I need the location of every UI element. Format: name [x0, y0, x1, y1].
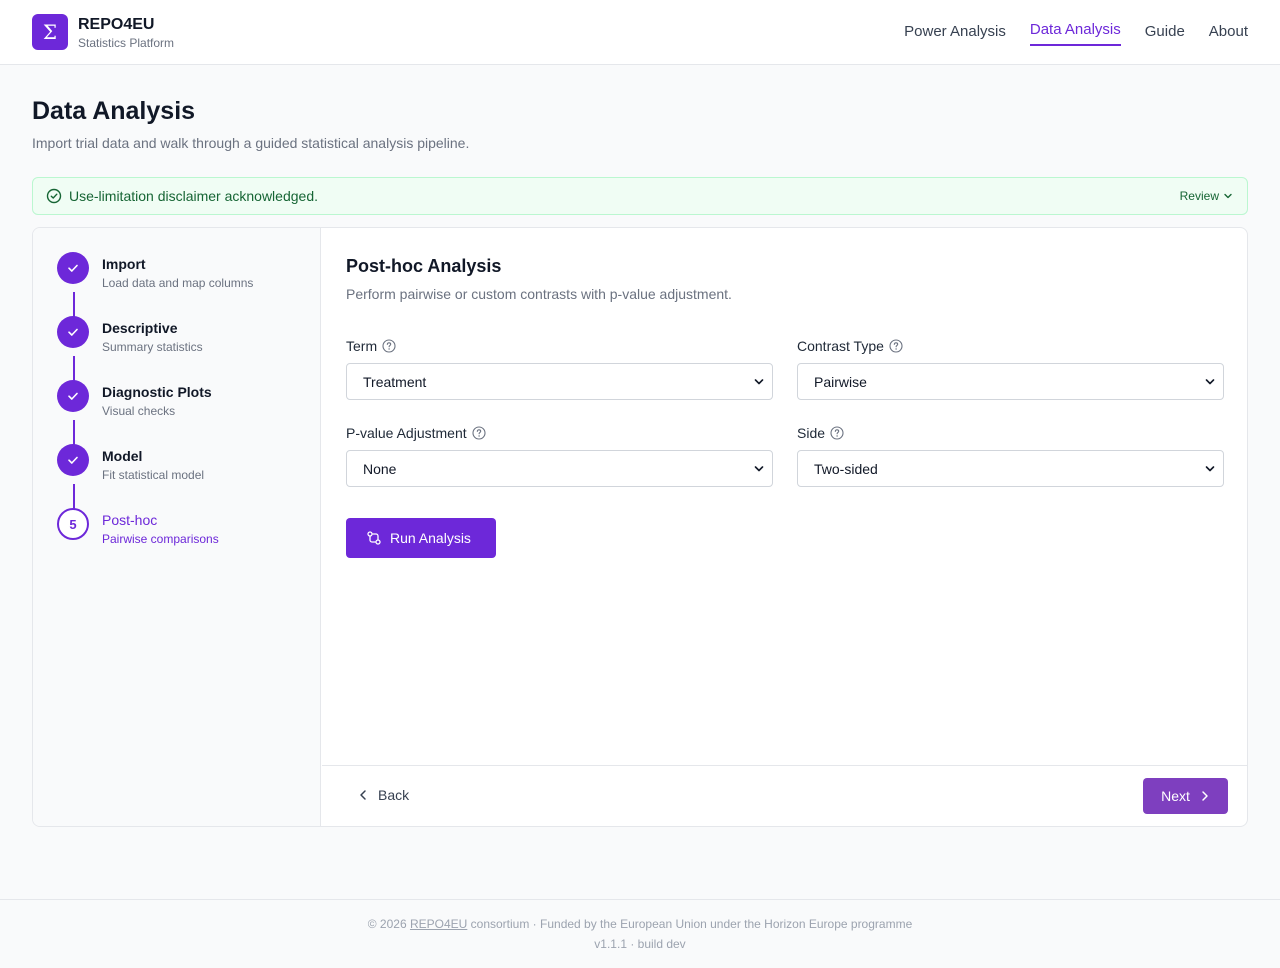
term-label: Term — [346, 338, 396, 354]
banner-text: Use-limitation disclaimer acknowledged. — [69, 188, 318, 204]
main-nav: Power Analysis Data Analysis Guide About — [904, 0, 1248, 64]
step-description: Summary statistics — [102, 340, 203, 354]
step-title: Import — [102, 256, 146, 272]
step-complete-check-icon — [57, 380, 89, 412]
section-subtitle: Perform pairwise or custom contrasts wit… — [346, 286, 732, 302]
term-select-value: Treatment — [363, 374, 427, 390]
step-description: Pairwise comparisons — [102, 532, 219, 546]
side-label: Side — [797, 425, 844, 441]
help-icon[interactable] — [889, 339, 903, 353]
side-label-text: Side — [797, 425, 826, 441]
section-title: Post-hoc Analysis — [346, 256, 502, 276]
help-icon[interactable] — [830, 426, 844, 440]
step-title: Descriptive — [102, 320, 178, 336]
chevron-down-icon — [754, 466, 764, 472]
page-title: Data Analysis — [32, 97, 196, 125]
compare-arrows-icon — [367, 531, 381, 545]
p-value-adjustment-select-value: None — [363, 461, 397, 477]
wizard-footer-divider — [322, 765, 1247, 766]
back-button[interactable]: Back — [358, 787, 409, 803]
chevron-down-icon — [1205, 466, 1215, 472]
step-complete-check-icon — [57, 252, 89, 284]
term-label-text: Term — [346, 338, 378, 354]
sigma-logo-icon[interactable]: Σ — [32, 14, 68, 50]
side-select-value: Two-sided — [814, 461, 878, 477]
step-model[interactable]: Model Fit statistical model — [57, 420, 297, 482]
side-select[interactable]: Two-sided — [797, 450, 1224, 487]
footer-prefix: © 2026 — [367, 917, 410, 931]
nav-power-analysis[interactable]: Power Analysis — [904, 18, 1006, 46]
chevron-right-icon — [1202, 791, 1208, 801]
step-number: 5 — [57, 508, 89, 540]
step-description: Fit statistical model — [102, 468, 205, 482]
wizard-steps-sidebar: Import Load data and map columns Descrip… — [33, 228, 321, 826]
contrast-type-select[interactable]: Pairwise — [797, 363, 1224, 400]
step-content: Post-hoc Analysis Perform pairwise or cu… — [322, 228, 1247, 826]
p-value-adjustment-label-text: P-value Adjustment — [346, 425, 467, 441]
step-diagnostic-plots[interactable]: Diagnostic Plots Visual checks — [57, 356, 297, 418]
p-value-adjustment-select[interactable]: None — [346, 450, 773, 487]
footer-version: v1.1.1 · build dev — [594, 937, 686, 951]
step-descriptive[interactable]: Descriptive Summary statistics — [57, 292, 297, 354]
run-analysis-label: Run Analysis — [390, 530, 471, 546]
step-post-hoc[interactable]: 5 Post-hoc Pairwise comparisons — [57, 484, 297, 546]
check-circle-icon — [46, 188, 62, 204]
contrast-type-select-value: Pairwise — [814, 374, 867, 390]
step-title: Diagnostic Plots — [102, 384, 212, 400]
step-title: Model — [102, 448, 143, 464]
nav-guide[interactable]: Guide — [1145, 18, 1185, 46]
chevron-left-icon — [360, 790, 366, 800]
analysis-wizard-card: Import Load data and map columns Descrip… — [32, 227, 1248, 827]
term-select[interactable]: Treatment — [346, 363, 773, 400]
chevron-down-icon — [1224, 193, 1232, 199]
step-description: Load data and map columns — [102, 276, 254, 290]
p-value-adjustment-label: P-value Adjustment — [346, 425, 486, 441]
nav-about[interactable]: About — [1209, 18, 1248, 46]
help-icon[interactable] — [382, 339, 396, 353]
review-button[interactable]: Review — [1180, 189, 1233, 203]
back-label: Back — [378, 787, 410, 803]
contrast-type-label-text: Contrast Type — [797, 338, 884, 354]
step-import[interactable]: Import Load data and map columns — [57, 228, 297, 290]
page-footer: © 2026 REPO4EU consortium · Funded by th… — [0, 899, 1280, 968]
chevron-down-icon — [1205, 379, 1215, 385]
step-complete-check-icon — [57, 316, 89, 348]
page-subtitle: Import trial data and walk through a gui… — [32, 135, 470, 151]
help-icon[interactable] — [472, 426, 486, 440]
step-description: Visual checks — [102, 404, 176, 418]
footer-repo4eu-link[interactable]: REPO4EU — [410, 917, 467, 931]
app-header: Σ REPO4EU Statistics Platform Power Anal… — [0, 0, 1280, 65]
next-button[interactable]: Next — [1143, 778, 1228, 814]
chevron-down-icon — [754, 379, 764, 385]
nav-data-analysis[interactable]: Data Analysis — [1029, 16, 1121, 46]
footer-credits: © 2026 REPO4EU consortium · Funded by th… — [0, 917, 1280, 931]
brand-name: REPO4EU — [78, 16, 155, 33]
brand-subtitle: Statistics Platform — [78, 36, 175, 50]
step-title: Post-hoc — [102, 512, 158, 528]
contrast-type-label: Contrast Type — [797, 338, 903, 354]
step-complete-check-icon — [57, 444, 89, 476]
run-analysis-button[interactable]: Run Analysis — [346, 518, 496, 558]
review-label: Review — [1179, 189, 1219, 203]
footer-suffix: consortium · Funded by the European Unio… — [467, 917, 913, 931]
next-label: Next — [1161, 788, 1190, 804]
disclaimer-banner: Use-limitation disclaimer acknowledged. … — [32, 177, 1248, 215]
